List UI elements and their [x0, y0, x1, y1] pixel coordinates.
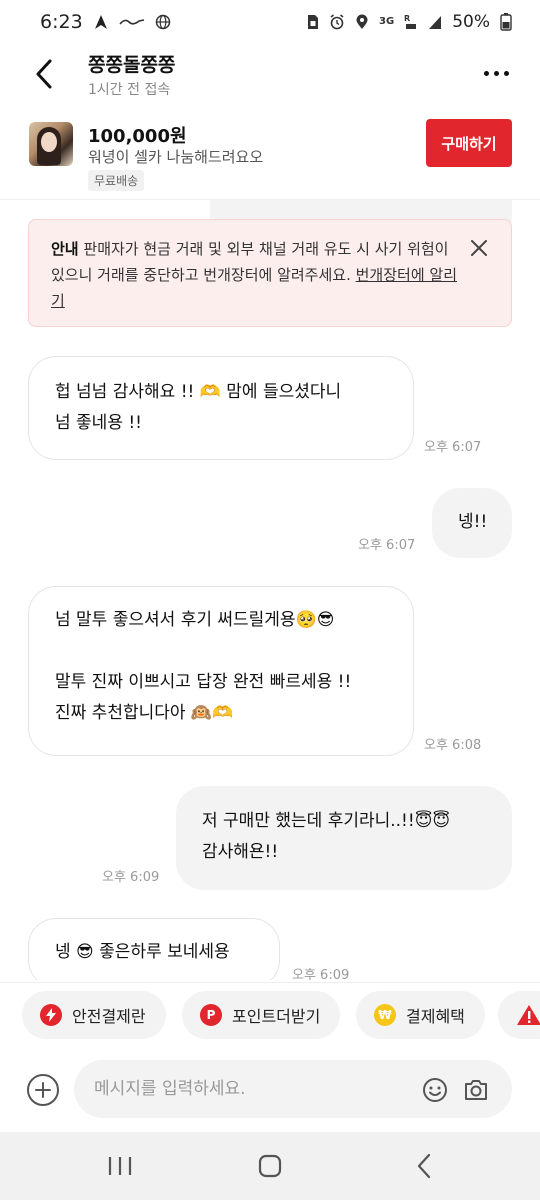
plus-icon: [35, 1082, 51, 1098]
globe-icon: [155, 14, 170, 30]
system-back-button[interactable]: [406, 1150, 442, 1182]
free-shipping-badge: 무료배송: [88, 170, 145, 191]
message-sent: 저 구매만 했는데 후기라니..!!😇😇 감사해욘!!: [176, 786, 512, 890]
signal-icon: [429, 16, 442, 29]
chip-label: 안전결제란: [72, 1007, 146, 1026]
alarm-icon: [330, 14, 344, 30]
message-line: 넹 😎 좋은하루 보네세용: [55, 942, 230, 962]
svg-text:R: R: [404, 14, 410, 23]
system-navigation-bar: [0, 1132, 540, 1200]
message-line: 감사해욘!!: [202, 842, 279, 862]
message-line: 넹!!: [458, 512, 488, 532]
network-type: 3G: [379, 16, 395, 27]
lightning-icon: [40, 1004, 62, 1026]
close-icon[interactable]: [469, 238, 489, 258]
message-time: 오후 6:09: [102, 870, 160, 885]
home-button[interactable]: [252, 1150, 288, 1182]
message-line: 헙 넘넘 감사해요 !! 🫶 맘에 들으셨다니: [55, 382, 342, 402]
message-line: 말투 진짜 이쁘시고 답장 완전 빠르세용 !!: [55, 672, 352, 692]
point-icon: P: [200, 1004, 222, 1026]
status-bar: 6:23 3G R 50%: [0, 0, 540, 44]
message-line: 진짜 추천합니다아 🙉🫶: [55, 703, 234, 723]
message-sent: 넹!!: [432, 488, 512, 558]
quick-action-chips[interactable]: 안전결제란 P 포인트더받기 ₩ 결제혜택: [0, 982, 540, 1048]
warning-icon: [517, 1005, 540, 1025]
wifi-icon: R: [404, 14, 417, 29]
chip-label: 포인트더받기: [232, 1007, 321, 1026]
message-line: [55, 636, 387, 667]
product-price: 100,000원: [88, 126, 187, 147]
message-time: 오후 6:07: [424, 440, 482, 455]
safety-notice: 안내 판매자가 현금 거래 및 외부 채널 거래 유도 시 사기 위험이 있으니…: [28, 219, 512, 327]
won-coin-icon: ₩: [374, 1004, 396, 1026]
last-seen: 1시간 전 접속: [88, 82, 171, 98]
chip-more-points[interactable]: P 포인트더받기: [182, 991, 341, 1039]
product-thumbnail[interactable]: [29, 122, 73, 166]
more-icon-dot: [483, 70, 489, 76]
more-options-button[interactable]: [476, 58, 516, 88]
product-name: 워녕이 셀카 나눔해드려요오: [88, 148, 264, 166]
chat-partner-name: 쫑쫑돌쫑쫑: [88, 54, 176, 76]
more-icon-dot: [493, 70, 499, 76]
status-left: 6:23: [40, 11, 307, 33]
product-summary[interactable]: 100,000원 워녕이 셀카 나눔해드려요오 무료배송 구매하기: [0, 110, 540, 200]
message-received: 헙 넘넘 감사해요 !! 🫶 맘에 들으셨다니 넘 좋네용 !!: [28, 356, 414, 460]
message-time: 오후 6:08: [424, 738, 482, 753]
status-right: 3G R 50%: [307, 12, 512, 32]
message-received: 넘 말투 좋으셔서 후기 써드릴게용🥺😎 말투 진짜 이쁘시고 답장 완전 빠르…: [28, 586, 414, 756]
message-line: 저 구매만 했는데 후기라니..!!😇😇: [202, 811, 451, 831]
camera-icon[interactable]: [462, 1076, 490, 1104]
sim-icon: [308, 15, 319, 29]
battery-icon: [500, 13, 512, 31]
chevron-left-icon: [417, 1153, 431, 1179]
notice-label: 안내: [51, 240, 79, 258]
message-time: 오후 6:07: [358, 538, 416, 553]
message-line: 넘 좋네용 !!: [55, 413, 142, 433]
emoji-icon[interactable]: [422, 1077, 448, 1103]
message-time: 오후 6:09: [292, 968, 350, 980]
recent-apps-button[interactable]: [102, 1150, 138, 1182]
status-time: 6:23: [40, 11, 83, 33]
attach-button[interactable]: [27, 1074, 59, 1106]
back-button[interactable]: [24, 54, 64, 94]
chip-warning[interactable]: [498, 991, 540, 1039]
chip-label: 결제혜택: [406, 1007, 465, 1026]
chat-header: 쫑쫑돌쫑쫑 1시간 전 접속: [0, 44, 540, 106]
message-composer: [0, 1048, 540, 1132]
buy-button[interactable]: 구매하기: [426, 119, 512, 167]
chip-payment-benefits[interactable]: ₩ 결제혜택: [356, 991, 485, 1039]
recent-apps-icon: [108, 1157, 132, 1175]
battery-text: 50%: [452, 12, 490, 32]
chat-messages[interactable]: 안내 판매자가 현금 거래 및 외부 채널 거래 유도 시 사기 위험이 있으니…: [0, 200, 540, 980]
thumbnail-face: [41, 132, 57, 152]
message-line: 넘 말투 좋으셔서 후기 써드릴게용🥺😎: [55, 610, 335, 630]
more-icon-dot: [503, 70, 509, 76]
location-icon: [356, 14, 368, 29]
carrier-icon: [119, 19, 144, 25]
chip-safe-payment[interactable]: 안전결제란: [22, 991, 166, 1039]
navigation-icon: [94, 15, 107, 29]
message-received: 넹 😎 좋은하루 보네세용: [28, 918, 280, 980]
chevron-left-icon: [36, 59, 52, 89]
home-icon: [258, 1154, 282, 1178]
